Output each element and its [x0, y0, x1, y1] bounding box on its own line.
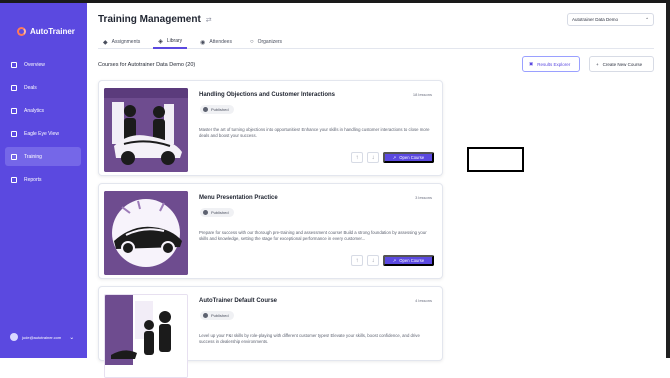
sidebar-item-label: Analytics: [24, 107, 45, 114]
button-label: Results Explorer: [537, 61, 571, 67]
move-up-button[interactable]: ↑: [351, 152, 363, 163]
presentation-illustration-icon: [105, 295, 187, 377]
status-text: Published: [211, 107, 229, 112]
organization-select[interactable]: Autotrainer Data Demo ⌃: [567, 13, 654, 26]
analytics-icon: [11, 107, 17, 114]
reports-icon: [11, 176, 17, 183]
course-thumbnail: [104, 294, 188, 378]
status-text: Published: [211, 210, 229, 215]
graduation-cap-icon: ◆: [103, 39, 108, 46]
move-down-button[interactable]: ↓: [367, 152, 379, 163]
button-label: Open Course: [399, 155, 425, 160]
car-illustration-icon: [104, 191, 188, 275]
course-thumbnail: [104, 88, 188, 172]
arrow-down-icon: ↓: [371, 154, 375, 161]
course-description: Level up your F&I skills by role-playing…: [199, 333, 420, 344]
sidebar: AutoTrainer Overview Deals Analytics Eag…: [0, 3, 87, 358]
tab-label: Assignments: [111, 39, 141, 45]
status-text: Published: [211, 313, 229, 318]
course-card: Menu Presentation Practice 3 lessons Pub…: [98, 183, 443, 279]
tab-label: Organizers: [257, 39, 283, 45]
sidebar-item-reports[interactable]: Reports: [5, 170, 81, 189]
document-icon: [11, 130, 17, 137]
sidebar-item-training[interactable]: Training: [5, 147, 81, 166]
sidebar-item-overview[interactable]: Overview: [5, 55, 81, 74]
arrow-down-icon: ↓: [371, 257, 375, 264]
tab-label: Library: [166, 38, 183, 44]
explorer-icon: ▣: [529, 61, 534, 66]
chevron-up-down-icon: ⌃: [645, 16, 649, 22]
sidebar-item-label: Training: [24, 153, 42, 160]
course-title: Handling Objections and Customer Interac…: [199, 92, 336, 98]
library-icon: ◈: [158, 38, 163, 45]
published-icon: [203, 107, 208, 112]
organization-select-value: Autotrainer Data Demo: [572, 17, 619, 22]
open-course-button[interactable]: ↗ Open Course: [383, 152, 434, 163]
user-menu[interactable]: jude@autotrainer.com ⌄: [10, 333, 74, 341]
button-label: Open Course: [399, 258, 425, 263]
course-card: Handling Objections and Customer Interac…: [98, 80, 443, 176]
user-email: jude@autotrainer.com: [22, 334, 62, 340]
sidebar-item-analytics[interactable]: Analytics: [5, 101, 81, 120]
user-icon: ○: [249, 39, 254, 45]
published-icon: [203, 210, 208, 215]
course-thumbnail: [104, 191, 188, 275]
status-badge: Published: [200, 311, 234, 320]
external-link-icon: ↗: [392, 258, 397, 263]
lessons-count: 3 lessons: [415, 195, 432, 200]
tab-library[interactable]: ◈ Library: [153, 35, 188, 49]
tabs: ◆ Assignments ◈ Library ◉ Attendees ○ Or…: [98, 35, 654, 49]
arrow-up-icon: ↑: [355, 154, 359, 161]
sidebar-item-label: Eagle Eye View: [24, 130, 59, 137]
page-title: Training Management ⇄: [98, 14, 212, 25]
users-icon: ◉: [200, 39, 206, 46]
app-name: AutoTrainer: [30, 27, 75, 36]
sidebar-item-deals[interactable]: Deals: [5, 78, 81, 97]
logo-mark-icon: [17, 27, 26, 36]
shuffle-icon[interactable]: ⇄: [206, 16, 212, 24]
right-edge: [666, 0, 670, 358]
course-title: Menu Presentation Practice: [199, 195, 278, 201]
external-link-icon: ↗: [392, 155, 397, 160]
tab-attendees[interactable]: ◉ Attendees: [195, 35, 237, 49]
tab-organizers[interactable]: ○ Organizers: [245, 35, 287, 49]
avatar: [10, 333, 18, 341]
status-badge: Published: [200, 105, 234, 114]
course-title: AutoTrainer Default Course: [199, 298, 278, 304]
logo[interactable]: AutoTrainer: [17, 27, 75, 36]
page-title-text: Training Management: [98, 14, 201, 25]
course-description: Prepare for success with our thorough pr…: [199, 230, 427, 241]
results-explorer-button[interactable]: ▣ Results Explorer: [522, 56, 580, 72]
chevron-down-icon: ⌄: [69, 334, 75, 341]
button-label: Create New Course: [602, 61, 643, 67]
tab-label: Attendees: [209, 39, 232, 45]
grid-icon: [11, 61, 17, 68]
lessons-count: 18 lessons: [412, 92, 432, 97]
create-new-course-button[interactable]: + Create New Course: [589, 56, 654, 72]
published-icon: [203, 313, 208, 318]
section-title: Courses for Autotrainer Data Demo (20): [98, 62, 196, 68]
sidebar-item-label: Deals: [24, 84, 37, 91]
sidebar-nav: Overview Deals Analytics Eagle Eye View …: [5, 55, 81, 193]
highlight-box: [467, 147, 524, 172]
sidebar-item-label: Overview: [24, 61, 45, 68]
plus-icon: +: [596, 61, 599, 67]
status-badge: Published: [200, 208, 234, 217]
dealership-illustration-icon: [104, 88, 188, 172]
lessons-count: 4 lessons: [415, 298, 432, 303]
main-content: Training Management ⇄ Autotrainer Data D…: [87, 3, 666, 378]
deals-icon: [11, 84, 17, 91]
graduation-cap-icon: [11, 153, 17, 160]
move-up-button[interactable]: ↑: [351, 255, 363, 266]
open-course-button[interactable]: ↗ Open Course: [383, 255, 434, 266]
sidebar-item-label: Reports: [24, 176, 42, 183]
arrow-up-icon: ↑: [355, 257, 359, 264]
course-description: Master the art of turning objections int…: [199, 127, 430, 138]
course-card: AutoTrainer Default Course 4 lessons Pub…: [98, 286, 443, 378]
tab-assignments[interactable]: ◆ Assignments: [98, 35, 145, 49]
sidebar-item-eagle-eye-view[interactable]: Eagle Eye View: [5, 124, 81, 143]
move-down-button[interactable]: ↓: [367, 255, 379, 266]
